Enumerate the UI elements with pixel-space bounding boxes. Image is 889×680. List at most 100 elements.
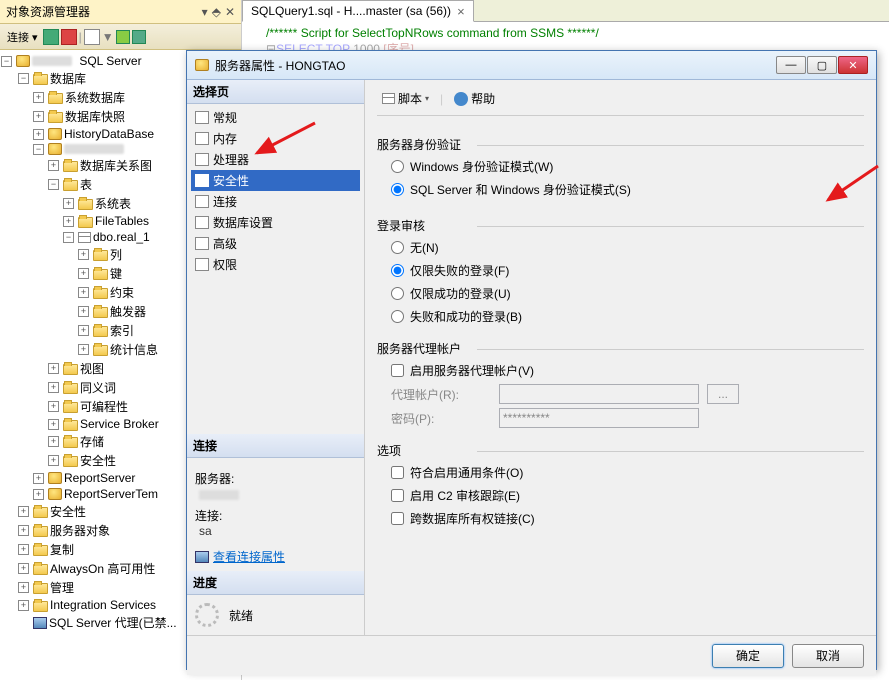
page-connections[interactable]: 连接 — [191, 191, 360, 212]
auth-windows-row[interactable]: Windows 身份验证模式(W) — [377, 155, 864, 178]
toolbar-icon-1[interactable] — [116, 30, 130, 44]
server-label: 服务器: — [195, 470, 356, 487]
folder-icon — [33, 526, 48, 537]
audit-both-radio[interactable] — [391, 310, 404, 323]
document-tab[interactable]: SQLQuery1.sql - H....master (sa (56)) × — [242, 0, 474, 22]
page-memory[interactable]: 内存 — [191, 128, 360, 149]
dialog-content-pane: 脚本▾ | 帮助 服务器身份验证 Windows 身份验证模式(W) SQL S… — [365, 80, 876, 635]
proxy-browse-button: ... — [707, 384, 739, 404]
tab-close-icon[interactable]: × — [457, 4, 465, 19]
dialog-left-pane: 选择页 常规 内存 处理器 安全性 连接 数据库设置 高级 权限 连接 服务器:… — [187, 80, 365, 635]
audit-both-row[interactable]: 失败和成功的登录(B) — [377, 305, 864, 328]
ok-button[interactable]: 确定 — [712, 644, 784, 668]
close-button[interactable]: ✕ — [838, 56, 868, 74]
proxy-password-input — [499, 408, 699, 428]
page-processors[interactable]: 处理器 — [191, 149, 360, 170]
folder-icon — [63, 383, 78, 394]
page-icon — [195, 258, 209, 271]
dialog-titlebar[interactable]: 服务器属性 - HONGTAO — ▢ ✕ — [187, 51, 876, 80]
opt-crossdb-row[interactable]: 跨数据库所有权链接(C) — [377, 507, 864, 530]
opt-common-checkbox[interactable] — [391, 466, 404, 479]
progress-header: 进度 — [187, 571, 364, 595]
disconnect-icon[interactable] — [61, 29, 77, 45]
progress-status: 就绪 — [229, 607, 253, 624]
pin-icon[interactable]: ⬘ — [212, 5, 221, 19]
page-list[interactable]: 常规 内存 处理器 安全性 连接 数据库设置 高级 权限 — [187, 104, 364, 278]
proxy-password-label: 密码(P): — [391, 410, 491, 427]
dropdown-icon[interactable]: ▾ — [202, 5, 208, 19]
connect-button[interactable]: 连接 ▾ — [4, 28, 41, 46]
minimize-button[interactable]: — — [776, 56, 806, 74]
connection-value: sa — [199, 524, 356, 538]
proxy-account-input — [499, 384, 699, 404]
page-database-settings[interactable]: 数据库设置 — [191, 212, 360, 233]
audit-failed-row[interactable]: 仅限失败的登录(F) — [377, 259, 864, 282]
dialog-footer: 确定 取消 — [187, 635, 876, 675]
auth-mixed-row[interactable]: SQL Server 和 Windows 身份验证模式(S) — [377, 178, 864, 201]
folder-icon — [78, 199, 93, 210]
cancel-button[interactable]: 取消 — [792, 644, 864, 668]
folder-icon — [63, 402, 78, 413]
audit-failed-radio[interactable] — [391, 264, 404, 277]
connect-icon[interactable] — [43, 29, 59, 45]
opt-crossdb-checkbox[interactable] — [391, 512, 404, 525]
folder-icon — [63, 437, 78, 448]
page-icon — [195, 132, 209, 145]
database-icon — [48, 472, 62, 484]
folder-icon — [33, 601, 48, 612]
opt-c2-checkbox[interactable] — [391, 489, 404, 502]
auth-mixed-label: SQL Server 和 Windows 身份验证模式(S) — [410, 181, 631, 198]
folder-icon — [33, 507, 48, 518]
opt-c2-row[interactable]: 启用 C2 审核跟踪(E) — [377, 484, 864, 507]
proxy-section-title: 服务器代理帐户 — [377, 338, 864, 359]
audit-none-row[interactable]: 无(N) — [377, 236, 864, 259]
tab-label: SQLQuery1.sql - H....master (sa (56)) — [251, 4, 451, 18]
database-icon — [48, 488, 62, 500]
document-area: SQLQuery1.sql - H....master (sa (56)) × … — [242, 0, 889, 50]
select-page-header: 选择页 — [187, 80, 364, 104]
options-section-title: 选项 — [377, 440, 864, 461]
proxy-enable-row[interactable]: 启用服务器代理帐户(V) — [377, 359, 864, 382]
connection-label: 连接: — [195, 507, 356, 524]
audit-none-radio[interactable] — [391, 241, 404, 254]
folder-icon — [93, 345, 108, 356]
proxy-enable-checkbox[interactable] — [391, 364, 404, 377]
filter-icon[interactable]: ▼ — [102, 30, 114, 44]
auth-windows-radio[interactable] — [391, 160, 404, 173]
maximize-button[interactable]: ▢ — [807, 56, 837, 74]
folder-icon — [63, 456, 78, 467]
page-security[interactable]: 安全性 — [191, 170, 360, 191]
opt-common-row[interactable]: 符合启用通用条件(O) — [377, 461, 864, 484]
close-icon[interactable]: ✕ — [225, 5, 235, 19]
dialog-icon — [195, 59, 209, 71]
help-button[interactable]: 帮助 — [449, 88, 500, 109]
code-comment: /****** Script for SelectTopNRows comman… — [266, 26, 599, 40]
script-button[interactable]: 脚本▾ — [377, 88, 434, 109]
auth-mixed-radio[interactable] — [391, 183, 404, 196]
page-permissions[interactable]: 权限 — [191, 254, 360, 275]
folder-icon — [33, 583, 48, 594]
help-icon — [454, 92, 468, 106]
auth-windows-label: Windows 身份验证模式(W) — [410, 158, 553, 175]
page-advanced[interactable]: 高级 — [191, 233, 360, 254]
folder-icon — [48, 93, 63, 104]
folder-icon — [63, 420, 78, 431]
refresh-icon[interactable] — [84, 29, 100, 45]
server-icon — [16, 55, 30, 67]
server-properties-dialog: 服务器属性 - HONGTAO — ▢ ✕ 选择页 常规 内存 处理器 安全性 … — [186, 50, 877, 670]
folder-icon — [33, 545, 48, 556]
page-icon — [195, 153, 209, 166]
connection-info: 服务器: 连接: sa 查看连接属性 — [187, 458, 364, 571]
view-connection-properties-link[interactable]: 查看连接属性 — [213, 548, 285, 565]
page-general[interactable]: 常规 — [191, 107, 360, 128]
audit-success-row[interactable]: 仅限成功的登录(U) — [377, 282, 864, 305]
toolbar-icon-2[interactable] — [132, 30, 146, 44]
database-icon — [48, 128, 62, 140]
folder-icon — [48, 112, 63, 123]
panel-title-text: 对象资源管理器 — [6, 3, 90, 20]
folder-icon — [93, 288, 108, 299]
dialog-toolbar: 脚本▾ | 帮助 — [377, 86, 864, 116]
folder-icon — [33, 564, 48, 575]
audit-success-radio[interactable] — [391, 287, 404, 300]
folder-icon — [63, 161, 78, 172]
